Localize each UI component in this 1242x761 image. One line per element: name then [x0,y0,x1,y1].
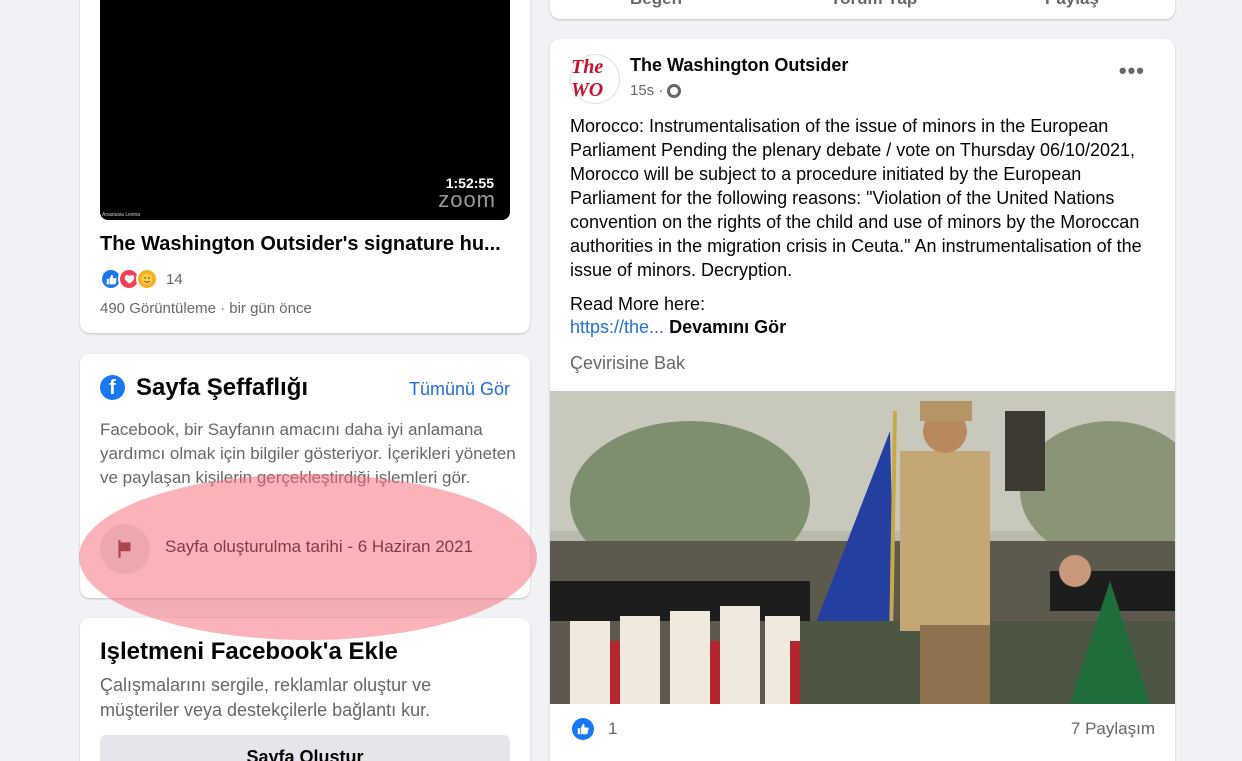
read-more-label: Read More here: [570,294,706,314]
reaction-summary[interactable]: 14 [100,268,183,290]
link-line: https://the... Devamını Gör [570,315,786,339]
page-avatar[interactable]: The WO [570,54,620,104]
share-button[interactable]: Paylaş [1045,0,1099,9]
business-title: Işletmeni Facebook'a Ekle [100,638,398,665]
previous-post-actions: Beğen Yorum Yap Paylaş [550,0,1175,19]
share-count[interactable]: 7 Paylaşım [1071,719,1155,739]
post-body: Morocco: Instrumentalisation of the issu… [570,116,1142,280]
video-duration: 1:52:55 [445,175,494,191]
more-options-icon[interactable]: ••• [1119,60,1145,82]
post-image[interactable] [550,391,1175,704]
see-all-link[interactable]: Tümünü Gör [409,379,510,400]
transparency-description: Facebook, bir Sayfanın amacını daha iyi … [100,420,516,487]
see-more-button[interactable]: Devamını Gör [664,317,786,337]
post-time[interactable]: 15s · [630,82,663,99]
transparency-title: Sayfa Şeffaflığı [136,374,309,401]
reaction-count: 14 [166,270,183,288]
see-translation-link[interactable]: Çevirisine Bak [570,353,685,374]
video-title[interactable]: The Washington Outsider's signature hu..… [100,233,501,256]
video-player[interactable]: Anastasia Levina zoom 1:52:55 [100,0,510,220]
create-page-button[interactable]: Sayfa Oluştur [100,735,510,761]
like-count: 1 [608,719,618,738]
speaker-name: Anastasia Levina [102,212,141,218]
like-button[interactable]: Beğen [630,0,682,9]
page-created-date: Sayfa oluşturulma tarihi - 6 Haziran 202… [165,537,474,556]
comment-button[interactable]: Yorum Yap [830,0,917,9]
page-name[interactable]: The Washington Outsider [630,55,848,76]
add-business-card: Işletmeni Facebook'a Ekle Çalışmalarını … [80,618,530,761]
facebook-icon: f [100,375,125,400]
like-reaction-icon [572,718,594,740]
business-description: Çalışmalarını sergile, reklamlar oluştur… [100,675,432,720]
post-card: The WO The Washington Outsider 15s · •••… [550,39,1175,761]
page-transparency-card: f Sayfa Şeffaflığı Tümünü Gör Facebook, … [80,354,530,598]
post-link[interactable]: https://the... [570,317,664,337]
flag-icon [100,524,150,574]
post-meta: 15s · [630,82,682,99]
post-reactions[interactable]: 1 [572,718,617,740]
care-icon [136,268,158,290]
video-card: Anastasia Levina zoom 1:52:55 The Washin… [80,0,530,333]
video-views: 490 Görüntüleme · bir gün önce [100,300,312,317]
globe-icon [667,83,682,98]
